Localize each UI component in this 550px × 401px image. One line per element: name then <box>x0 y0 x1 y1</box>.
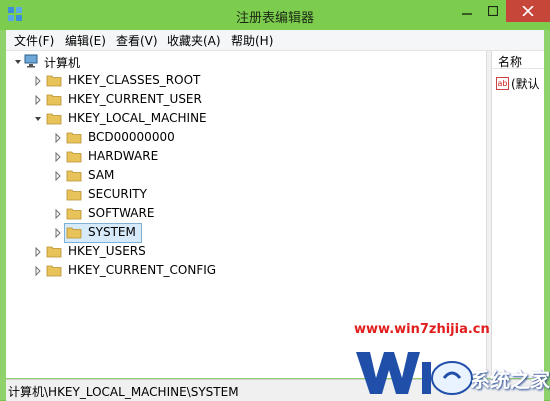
computer-icon <box>24 54 38 68</box>
tree-node-computer[interactable]: 计算机 <box>14 53 214 71</box>
expand-arrow-icon[interactable] <box>54 171 62 181</box>
folder-icon <box>66 208 82 220</box>
folder-icon <box>46 75 62 87</box>
tree-node-hkey-current-config[interactable]: HKEY_CURRENT_CONFIG <box>34 262 254 280</box>
collapse-arrow-icon[interactable] <box>14 57 22 67</box>
tree-node-security[interactable]: SECURITY <box>54 186 254 204</box>
tree-node-hardware[interactable]: HARDWARE <box>54 148 254 166</box>
folder-open-icon <box>46 113 62 125</box>
tree-node-label: HKEY_CURRENT_CONFIG <box>68 263 217 277</box>
tree-node-bcd00000000[interactable]: BCD00000000 <box>54 129 254 147</box>
tree-node-sam[interactable]: SAM <box>54 167 254 185</box>
tree-node-label: SECURITY <box>88 187 147 201</box>
menu-help[interactable]: 帮助(H) <box>231 32 273 49</box>
tree-node-hkey-users[interactable]: HKEY_USERS <box>34 243 254 261</box>
tree-node-label: HKEY_USERS <box>68 244 146 258</box>
menu-file[interactable]: 文件(F) <box>14 32 54 49</box>
folder-icon <box>46 265 62 277</box>
expand-arrow-icon[interactable] <box>54 209 62 219</box>
value-name: (默认 <box>511 77 540 91</box>
string-value-icon: ab <box>496 77 509 90</box>
column-header-name[interactable]: 名称 <box>492 51 544 69</box>
tree-node-label: BCD00000000 <box>88 130 175 144</box>
expand-arrow-icon[interactable] <box>54 133 62 143</box>
tree-node-label: HARDWARE <box>88 149 159 163</box>
expand-arrow-icon[interactable] <box>54 228 62 238</box>
close-button[interactable] <box>506 0 550 22</box>
tree-node-hkey-current-user[interactable]: HKEY_CURRENT_USER <box>34 91 254 109</box>
minimize-button[interactable] <box>454 0 479 22</box>
folder-icon <box>46 94 62 106</box>
folder-icon <box>66 132 82 144</box>
menu-edit[interactable]: 编辑(E) <box>65 32 106 49</box>
menu-favorites[interactable]: 收藏夹(A) <box>167 32 221 49</box>
tree-node-software[interactable]: SOFTWARE <box>54 205 254 223</box>
tree-node-label: SAM <box>88 168 115 182</box>
watermark-url: www.win7zhijia.cn <box>354 322 490 337</box>
expand-arrow-icon[interactable] <box>54 152 62 162</box>
menu-view[interactable]: 查看(V) <box>116 32 158 49</box>
tree-node-label: SOFTWARE <box>88 206 155 220</box>
folder-icon <box>66 170 82 182</box>
folder-icon <box>66 151 82 163</box>
registry-editor-window: 注册表编辑器 文件(F) 编辑(E) 查看(V) 收藏夹(A) 帮助(H) 计算… <box>0 0 550 401</box>
value-row-default[interactable]: ab (默认 <box>496 75 544 93</box>
expand-arrow-icon[interactable] <box>34 247 42 257</box>
tree-node-hkey-classes-root[interactable]: HKEY_CLASSES_ROOT <box>34 72 254 90</box>
maximize-button[interactable] <box>480 0 505 22</box>
menu-bar: 文件(F) 编辑(E) 查看(V) 收藏夹(A) 帮助(H) <box>6 30 544 51</box>
tree-node-label: HKEY_LOCAL_MACHINE <box>68 111 207 125</box>
title-bar[interactable]: 注册表编辑器 <box>0 0 550 30</box>
tree-node-hkey-local-machine[interactable]: HKEY_LOCAL_MACHINE <box>34 110 254 128</box>
tree-node-system[interactable]: SYSTEM <box>54 223 254 243</box>
collapse-arrow-icon[interactable] <box>34 114 42 124</box>
expand-arrow-icon[interactable] <box>34 266 42 276</box>
tree-node-label: HKEY_CURRENT_USER <box>68 92 202 106</box>
folder-icon <box>66 227 82 239</box>
folder-icon <box>66 189 82 201</box>
expand-arrow-icon[interactable] <box>34 76 42 86</box>
status-path: 计算机\HKEY_LOCAL_MACHINE\SYSTEM <box>8 385 239 399</box>
tree-node-label: HKEY_CLASSES_ROOT <box>68 73 201 87</box>
folder-icon <box>46 246 62 258</box>
tree-node-label: SYSTEM <box>88 225 136 239</box>
tree-node-label: 计算机 <box>44 56 81 70</box>
values-list[interactable]: 名称 ab (默认 <box>492 51 544 378</box>
watermark-site-name: 系统之家 <box>470 368 550 392</box>
expand-arrow-icon[interactable] <box>34 95 42 105</box>
